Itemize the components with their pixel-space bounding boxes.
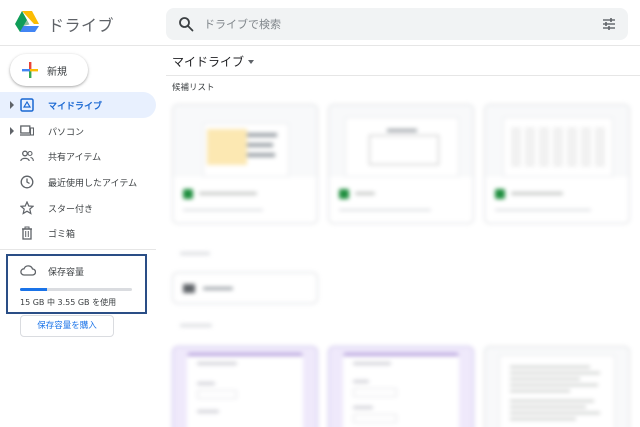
file-card[interactable] — [172, 104, 318, 224]
expand-caret-icon[interactable] — [10, 126, 14, 135]
storage-usage-text: 15 GB 中 3.55 GB を使用 — [20, 298, 117, 307]
form-title-line — [353, 362, 391, 365]
expand-caret-icon[interactable] — [10, 101, 14, 109]
computer-icon — [20, 125, 34, 136]
form-preview — [187, 353, 303, 427]
form-question-line — [353, 406, 373, 409]
tune-icon[interactable] — [602, 17, 616, 31]
sheets-icon — [183, 189, 193, 199]
sheets-icon — [495, 189, 505, 199]
app-title: ドライブ — [48, 16, 115, 35]
sidebar-item-label: パソコン — [48, 127, 85, 138]
document-line — [510, 372, 600, 374]
file-name — [511, 192, 563, 195]
file-thumbnail — [329, 105, 473, 177]
file-meta — [183, 209, 263, 211]
sidebar-item-my-drive[interactable]: マイドライブ — [0, 92, 156, 118]
sidebar-item-shared[interactable]: 共有アイテム — [0, 143, 156, 169]
file-thumbnail — [173, 105, 317, 177]
sidebar-item-label: スター付き — [48, 204, 94, 215]
file-name — [355, 192, 375, 195]
file-meta — [495, 209, 591, 211]
document-line — [510, 390, 570, 392]
main-divider — [166, 75, 640, 76]
trash-icon — [22, 226, 32, 241]
thumbnail-line — [387, 129, 417, 132]
folder-name — [203, 287, 233, 290]
files-section-label — [180, 324, 212, 327]
page-title[interactable]: マイドライブ — [172, 53, 244, 70]
thumbnail-line — [247, 143, 273, 147]
file-card[interactable] — [328, 104, 474, 224]
document-line — [510, 406, 586, 408]
storage-panel[interactable]: 保存容量 15 GB 中 3.55 GB を使用 — [6, 254, 147, 314]
document-line — [510, 384, 598, 386]
document-line — [510, 412, 600, 414]
form-question-line — [197, 410, 219, 413]
form-title-line — [197, 362, 237, 365]
title-dropdown-icon[interactable] — [248, 60, 254, 64]
file-card[interactable] — [328, 346, 474, 427]
document-line — [510, 418, 576, 420]
my-drive-icon — [20, 98, 34, 112]
thumbnail-line — [247, 153, 275, 157]
storage-progress-fill — [20, 288, 47, 291]
storage-progress-bar — [20, 288, 132, 291]
document-preview — [499, 355, 615, 427]
new-button-label: 新規 — [47, 67, 67, 78]
sidebar-item-label: マイドライブ — [48, 102, 103, 112]
search-input[interactable]: ドライブで検索 — [204, 16, 281, 32]
file-card[interactable] — [484, 104, 630, 224]
search-icon[interactable] — [178, 16, 194, 32]
file-thumbnail — [485, 105, 629, 177]
form-answer-box — [353, 414, 397, 423]
thumbnail-line — [247, 133, 277, 137]
top-bar: ドライブ ドライブで検索 — [0, 0, 640, 46]
thumbnail-grid — [511, 127, 607, 167]
sidebar-item-starred[interactable]: スター付き — [0, 195, 156, 221]
folder-icon — [183, 284, 195, 293]
sheets-icon — [339, 189, 349, 199]
folder-card[interactable] — [172, 272, 318, 304]
sidebar-item-label: 最近使用したアイテム — [48, 179, 138, 190]
file-name — [199, 192, 257, 195]
google-drive-logo[interactable] — [14, 10, 40, 34]
suggested-section-label: 候補リスト — [172, 83, 215, 93]
form-preview — [343, 353, 459, 427]
search-bar[interactable]: ドライブで検索 — [166, 8, 628, 40]
file-card[interactable] — [172, 346, 318, 427]
sidebar-nav: マイドライブ パソコン 共有アイテム 最近使用したアイテム スター付き ゴミ箱 — [0, 92, 156, 246]
folders-section-label — [180, 252, 210, 255]
form-question-line — [353, 380, 369, 383]
file-meta — [339, 209, 431, 211]
form-answer-box — [353, 388, 397, 397]
storage-label: 保存容量 — [48, 268, 85, 278]
cloud-icon — [20, 265, 36, 276]
document-line — [510, 366, 590, 368]
thumbnail-table — [369, 135, 439, 165]
sidebar-item-trash[interactable]: ゴミ箱 — [0, 220, 156, 246]
sidebar-item-label: ゴミ箱 — [48, 230, 76, 241]
document-line — [510, 400, 594, 402]
plus-icon — [22, 62, 38, 78]
new-button[interactable]: 新規 — [10, 54, 88, 86]
shared-icon — [20, 150, 34, 162]
buy-storage-button[interactable]: 保存容量を購入 — [20, 315, 114, 337]
sidebar-item-label: 共有アイテム — [48, 153, 102, 164]
sidebar-item-recent[interactable]: 最近使用したアイテム — [0, 169, 156, 195]
file-card[interactable] — [484, 346, 630, 427]
star-icon — [20, 200, 34, 215]
sidebar-divider — [0, 249, 156, 250]
sidebar-item-computers[interactable]: パソコン — [0, 118, 156, 144]
document-line — [510, 378, 580, 380]
clock-icon — [20, 175, 34, 189]
form-question-line — [197, 382, 215, 385]
thumbnail-highlight — [207, 129, 247, 165]
form-answer-box — [197, 390, 237, 399]
